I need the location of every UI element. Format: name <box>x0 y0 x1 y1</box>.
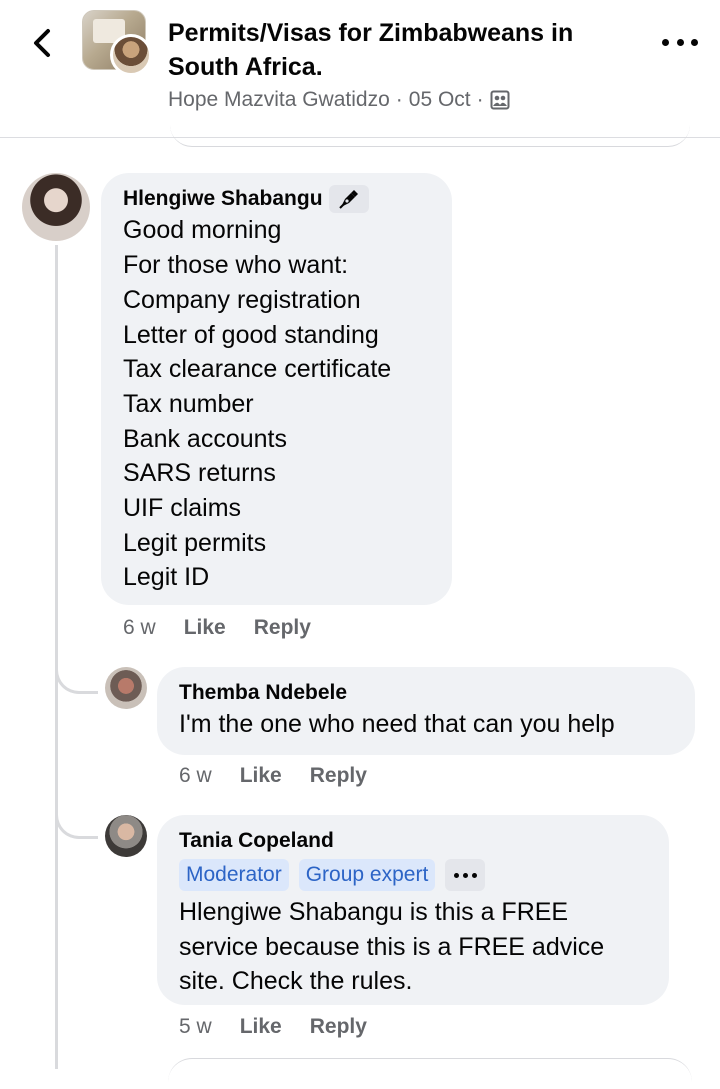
post-author[interactable]: Hope Mazvita Gwatidzo <box>168 88 390 112</box>
dot-icon <box>462 872 468 878</box>
comment-text: Hlengiwe Shabangu is this a FREE service… <box>179 895 669 999</box>
comment-actions: 6 w Like Reply <box>179 764 367 788</box>
comment-line: Tax clearance certificate <box>123 355 392 384</box>
comment-line: Company registration <box>123 285 361 314</box>
comment-line: Bank accounts <box>123 424 287 453</box>
comment-line: SARS returns <box>123 459 276 488</box>
comment-bubble: Themba Ndebele I'm the one who need that… <box>157 667 695 755</box>
comment-line: Legit permits <box>123 528 267 557</box>
dot-icon <box>662 38 669 46</box>
reply-button[interactable]: Reply <box>310 1015 367 1039</box>
dot-icon <box>691 38 698 46</box>
comment-author[interactable]: Tania Copeland <box>179 827 669 855</box>
next-comment-edge <box>168 1058 692 1089</box>
previous-comment-edge <box>170 124 690 147</box>
byline-separator: · <box>476 88 484 111</box>
reply-button[interactable]: Reply <box>310 764 367 788</box>
author-avatar[interactable] <box>110 34 152 76</box>
avatar[interactable] <box>22 173 90 241</box>
dot-icon <box>453 872 459 878</box>
dot-icon <box>471 872 477 878</box>
comment-line: Hlengiwe Shabangu is this a FREE <box>179 898 569 926</box>
more-options-button[interactable] <box>662 30 698 54</box>
badge-row: Moderator Group expert <box>179 859 669 891</box>
badges-more-button[interactable] <box>445 859 486 891</box>
post-header: Permits/Visas for Zimbabweans in South A… <box>0 0 720 147</box>
comment-bubble: Hlengiwe Shabangu Good morning For those… <box>101 173 452 605</box>
thread-connector <box>55 655 98 694</box>
title-line-2: South Africa. <box>168 53 323 81</box>
group-icon <box>490 90 510 110</box>
comment-line: For those who want: <box>123 251 349 280</box>
back-arrow-icon[interactable] <box>26 26 60 60</box>
comment-line: Legit ID <box>123 563 210 592</box>
comment-line: site. Check the rules. <box>179 967 413 996</box>
byline-separator: · <box>395 88 403 111</box>
comment-author[interactable]: Hlengiwe Shabangu <box>123 185 452 214</box>
like-button[interactable]: Like <box>240 1015 282 1039</box>
avatar[interactable] <box>105 667 147 709</box>
comment-actions: 5 w Like Reply <box>179 1015 367 1039</box>
comment-actions: 6 w Like Reply <box>123 616 311 640</box>
moderator-badge[interactable]: Moderator <box>179 859 289 891</box>
page-title[interactable]: Permits/Visas for Zimbabweans in South A… <box>168 16 618 84</box>
comment-line: Tax number <box>123 389 254 418</box>
comment-line: Good morning <box>123 216 282 245</box>
like-button[interactable]: Like <box>240 764 282 788</box>
comment-line: Letter of good standing <box>123 320 379 349</box>
thread-connector <box>55 800 98 839</box>
post-date[interactable]: 05 Oct <box>409 88 471 112</box>
avatar[interactable] <box>105 815 147 857</box>
group-expert-badge[interactable]: Group expert <box>298 859 436 891</box>
comment-time: 5 w <box>179 1015 212 1038</box>
comment-text: I'm the one who need that can you help <box>179 710 615 738</box>
reply-button[interactable]: Reply <box>254 616 311 640</box>
post-byline: Hope Mazvita Gwatidzo · 05 Oct · <box>168 88 510 112</box>
title-line-1: Permits/Visas for Zimbabweans in <box>168 19 574 47</box>
pen-nib-icon <box>328 185 369 214</box>
comment-text: Good morning For those who want: Company… <box>123 213 452 595</box>
comment-line: service because this is a FREE advice <box>179 932 605 961</box>
comment-bubble: Tania Copeland Moderator Group expert Hl… <box>157 815 669 1005</box>
comment-time: 6 w <box>179 764 212 787</box>
comment-time: 6 w <box>123 616 156 639</box>
comment-line: UIF claims <box>123 494 242 523</box>
comment-author[interactable]: Themba Ndebele <box>179 679 695 707</box>
dot-icon <box>676 38 684 46</box>
like-button[interactable]: Like <box>184 616 226 640</box>
